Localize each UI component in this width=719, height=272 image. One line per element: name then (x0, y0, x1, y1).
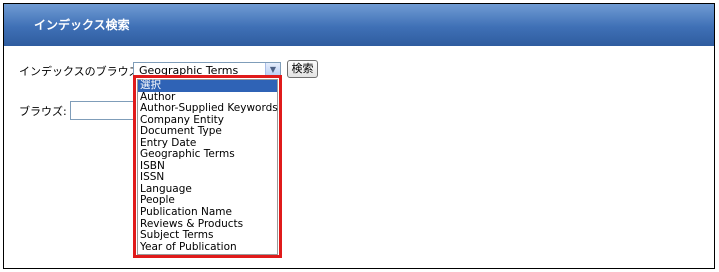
dropdown-option[interactable]: Year of Publication (138, 241, 277, 254)
browse-label: ブラウズ: (19, 105, 67, 118)
dropdown-option[interactable]: Publication Name (138, 206, 277, 219)
dropdown-option[interactable]: Subject Terms (138, 230, 277, 242)
browse-input[interactable] (70, 101, 134, 120)
dropdown-options: 選択 Author Author-Supplied Keywords Company … (137, 79, 278, 255)
panel-title: インデックス検索 (34, 18, 130, 32)
panel-header: インデックス検索 (4, 4, 714, 46)
index-browse-label: インデックスのブラウズ: (19, 65, 144, 78)
dropdown-option[interactable]: 選択 (138, 79, 277, 92)
index-dropdown-list: 選択 Author Author-Supplied Keywords Company … (133, 75, 282, 258)
index-search-panel: インデックス検索 インデックスのブラウズ: Geographic Terms ▼… (3, 3, 715, 269)
search-button[interactable]: 検索 (287, 60, 318, 78)
dropdown-option[interactable]: Document Type (138, 126, 277, 138)
dropdown-option[interactable]: Author-Supplied Keywords (138, 103, 278, 115)
